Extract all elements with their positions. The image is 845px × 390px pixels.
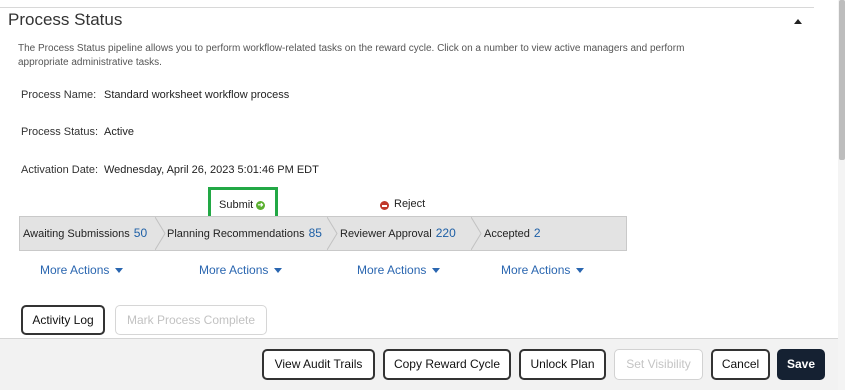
top-divider — [0, 7, 814, 8]
caret-down-icon — [274, 268, 283, 274]
cancel-button[interactable]: Cancel — [711, 349, 770, 380]
reject-action[interactable]: Reject — [394, 198, 425, 210]
view-audit-trails-button[interactable]: View Audit Trails — [262, 349, 375, 380]
stage-count-link[interactable]: 2 — [534, 226, 541, 240]
scrollbar-thumb[interactable] — [839, 0, 845, 160]
submit-arrow-icon[interactable]: ➜ — [256, 201, 265, 210]
more-actions-label: More Actions — [199, 263, 269, 277]
more-actions-label: More Actions — [357, 263, 427, 277]
process-status-value: Active — [104, 126, 134, 138]
more-actions-label: More Actions — [40, 263, 110, 277]
section-title: Process Status — [8, 10, 123, 29]
process-status-label: Process Status: — [21, 126, 99, 138]
save-button[interactable]: Save — [777, 349, 825, 380]
collapse-caret-icon[interactable] — [794, 19, 802, 24]
stage-count-link[interactable]: 85 — [309, 226, 322, 240]
stage-label: Accepted — [484, 228, 530, 240]
more-actions-dropdown[interactable]: More Actions — [199, 263, 283, 277]
activation-date-row: Activation Date: Wednesday, April 26, 202… — [21, 164, 319, 176]
stage-awaiting-submissions: Awaiting Submissions 50 — [23, 217, 147, 250]
section-description: The Process Status pipeline allows you t… — [18, 43, 685, 68]
more-actions-label: More Actions — [501, 263, 571, 277]
caret-down-icon — [576, 268, 585, 274]
process-name-label: Process Name: — [21, 89, 97, 101]
copy-reward-cycle-button[interactable]: Copy Reward Cycle — [383, 349, 511, 380]
caret-down-icon — [432, 268, 441, 274]
pipeline-chevron-icon — [471, 217, 482, 250]
pipeline-chevron-icon — [155, 217, 166, 250]
caret-down-icon — [115, 268, 124, 274]
more-actions-dropdown[interactable]: More Actions — [40, 263, 124, 277]
activity-log-button[interactable]: Activity Log — [21, 305, 105, 335]
process-name-value: Standard worksheet workflow process — [104, 89, 290, 101]
process-name-row: Process Name: Standard worksheet workflow… — [21, 89, 289, 101]
stage-label: Planning Recommendations — [167, 228, 305, 240]
stage-reviewer-approval: Reviewer Approval 220 — [340, 217, 456, 250]
activation-date-label: Activation Date: — [21, 164, 99, 176]
stage-label: Reviewer Approval — [340, 228, 432, 240]
stage-planning-recommendations: Planning Recommendations 85 — [167, 217, 322, 250]
set-visibility-button[interactable]: Set Visibility — [614, 349, 703, 380]
reject-minus-icon[interactable] — [380, 201, 389, 210]
stage-accepted: Accepted 2 — [484, 217, 541, 250]
stage-label: Awaiting Submissions — [23, 228, 130, 240]
process-status-row: Process Status: Active — [21, 126, 134, 138]
more-actions-dropdown[interactable]: More Actions — [501, 263, 585, 277]
stage-count-link[interactable]: 220 — [436, 226, 456, 240]
unlock-plan-button[interactable]: Unlock Plan — [519, 349, 606, 380]
pipeline-chevron-icon — [327, 217, 338, 250]
activation-date-value: Wednesday, April 26, 2023 5:01:46 PM EDT — [104, 164, 319, 176]
submit-action[interactable]: Submit — [219, 199, 253, 211]
process-pipeline: Awaiting Submissions 50 Planning Recommen… — [19, 216, 627, 251]
more-actions-dropdown[interactable]: More Actions — [357, 263, 441, 277]
mark-process-complete-button[interactable]: Mark Process Complete — [115, 305, 267, 335]
stage-count-link[interactable]: 50 — [134, 226, 147, 240]
